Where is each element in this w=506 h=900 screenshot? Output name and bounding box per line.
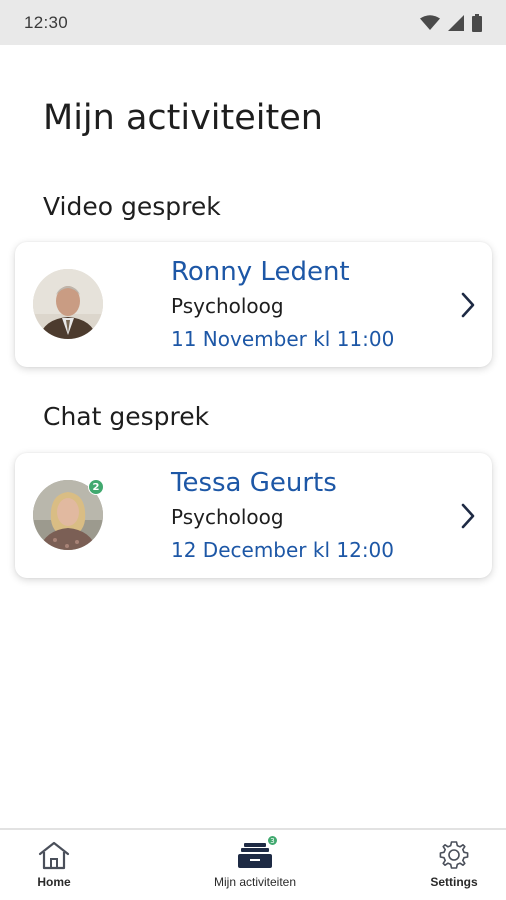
wifi-icon [420,14,440,31]
nav-label-home: Home [37,875,71,889]
page-title: Mijn activiteiten [43,98,323,138]
card-date: 12 December kl 12:00 [171,538,395,562]
battery-icon [472,13,482,32]
card-date: 11 November kl 11:00 [171,327,395,351]
avatar [33,269,103,339]
section-title-chat: Chat gesprek [43,402,210,431]
bottom-nav: Home 3 Mijn activiteiten Settings [0,828,506,900]
nav-item-settings[interactable]: Settings [414,830,494,900]
inbox-icon [236,840,274,874]
activity-card-video[interactable]: Ronny Ledent Psycholoog 11 November kl 1… [15,242,492,367]
section-title-video: Video gesprek [43,192,221,221]
card-role: Psycholoog [171,505,284,529]
nav-label-activities: Mijn activiteiten [213,875,297,889]
signal-icon [448,14,464,31]
chevron-right-icon[interactable] [460,292,476,322]
chevron-right-icon[interactable] [460,503,476,533]
nav-badge: 3 [267,835,278,846]
nav-label-settings: Settings [430,875,478,889]
card-name: Tessa Geurts [171,468,337,498]
card-role: Psycholoog [171,294,284,318]
status-time: 12:30 [24,12,69,32]
activity-card-chat[interactable]: 2 Tessa Geurts Psycholoog 12 December kl… [15,453,492,578]
status-icons [420,13,482,32]
nav-item-activities[interactable]: 3 Mijn activiteiten [195,830,315,900]
unread-badge: 2 [88,479,104,495]
gear-icon [439,840,469,874]
card-name: Ronny Ledent [171,257,350,287]
screen: 12:30 Mijn activiteiten Video gesprek Ro… [0,0,506,900]
home-icon [37,840,71,874]
status-bar: 12:30 [0,0,506,45]
nav-item-home[interactable]: Home [14,830,94,900]
